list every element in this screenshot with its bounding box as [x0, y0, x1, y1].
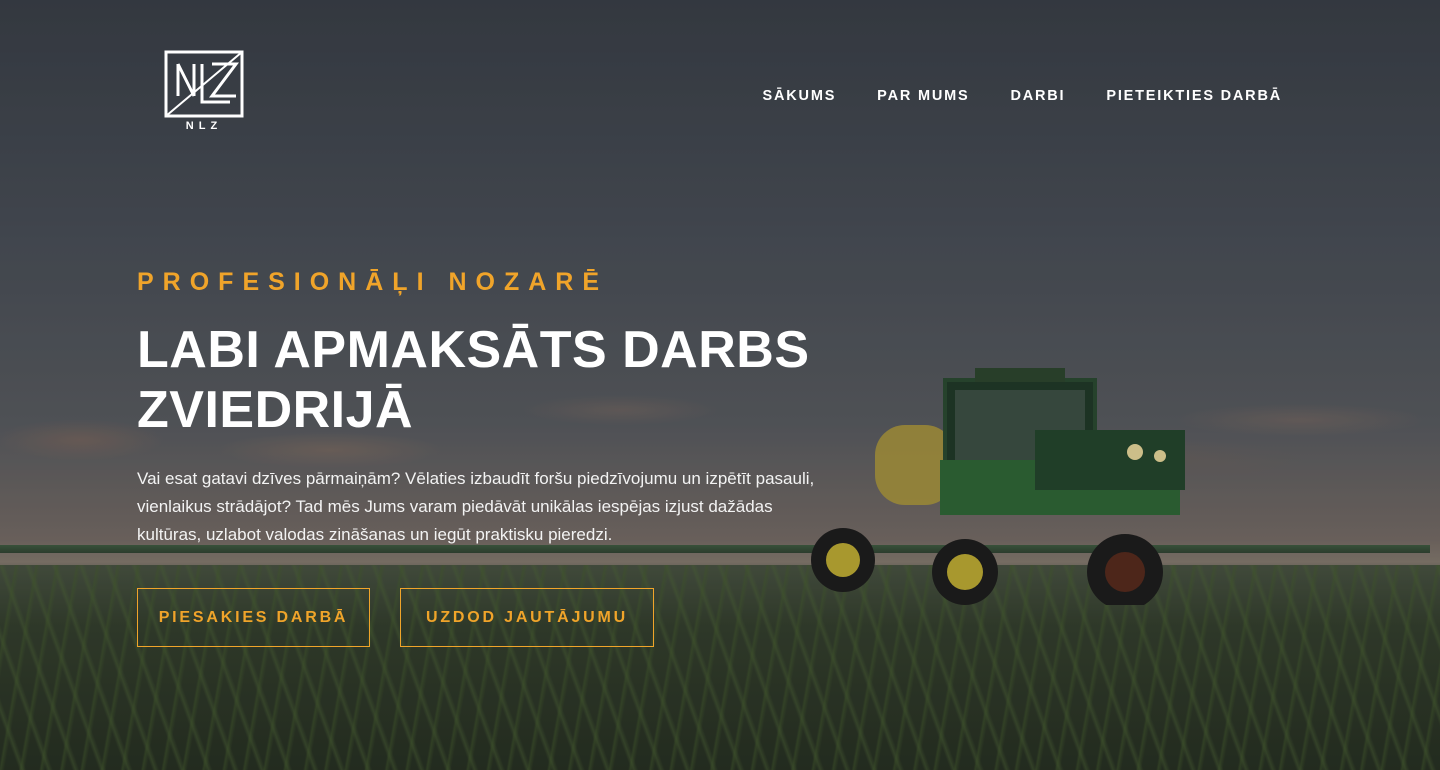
nav-item-apply[interactable]: PIETEIKTIES DARBĀ [1106, 88, 1282, 104]
nlz-logo-mark [164, 50, 244, 118]
nlz-logo[interactable]: NLZ [164, 50, 244, 140]
main-navigation: SĀKUMS PAR MUMS DARBI PIETEIKTIES DARBĀ [763, 88, 1282, 104]
hero-intro-line-3: kultūras, uzlabot valodas zināšanas un i… [137, 525, 613, 544]
apply-button[interactable]: PIESAKIES DARBĀ [137, 588, 370, 647]
hero-intro-line-2: vienlaikus strādājot? Tad mēs Jums varam… [137, 497, 773, 516]
hero-headline-line-1: LABI APMAKSĀTS DARBS [137, 321, 810, 379]
nav-item-home[interactable]: SĀKUMS [763, 88, 837, 104]
nav-item-about[interactable]: PAR MUMS [877, 88, 969, 104]
hero-intro-text: Vai esat gatavi dzīves pārmaiņām? Vēlati… [137, 465, 837, 549]
nav-item-jobs[interactable]: DARBI [1010, 88, 1065, 104]
ask-question-button[interactable]: UZDOD JAUTĀJUMU [400, 588, 654, 647]
hero-eyebrow: PROFESIONĀĻI NOZARĒ [137, 268, 609, 296]
logo-caption: NLZ [185, 120, 223, 132]
hero-intro-line-1: Vai esat gatavi dzīves pārmaiņām? Vēlati… [137, 469, 815, 488]
hero-headline-line-2: ZVIEDRIJĀ [137, 381, 414, 439]
hero-headline: LABI APMAKSĀTS DARBS ZVIEDRIJĀ [137, 320, 897, 440]
